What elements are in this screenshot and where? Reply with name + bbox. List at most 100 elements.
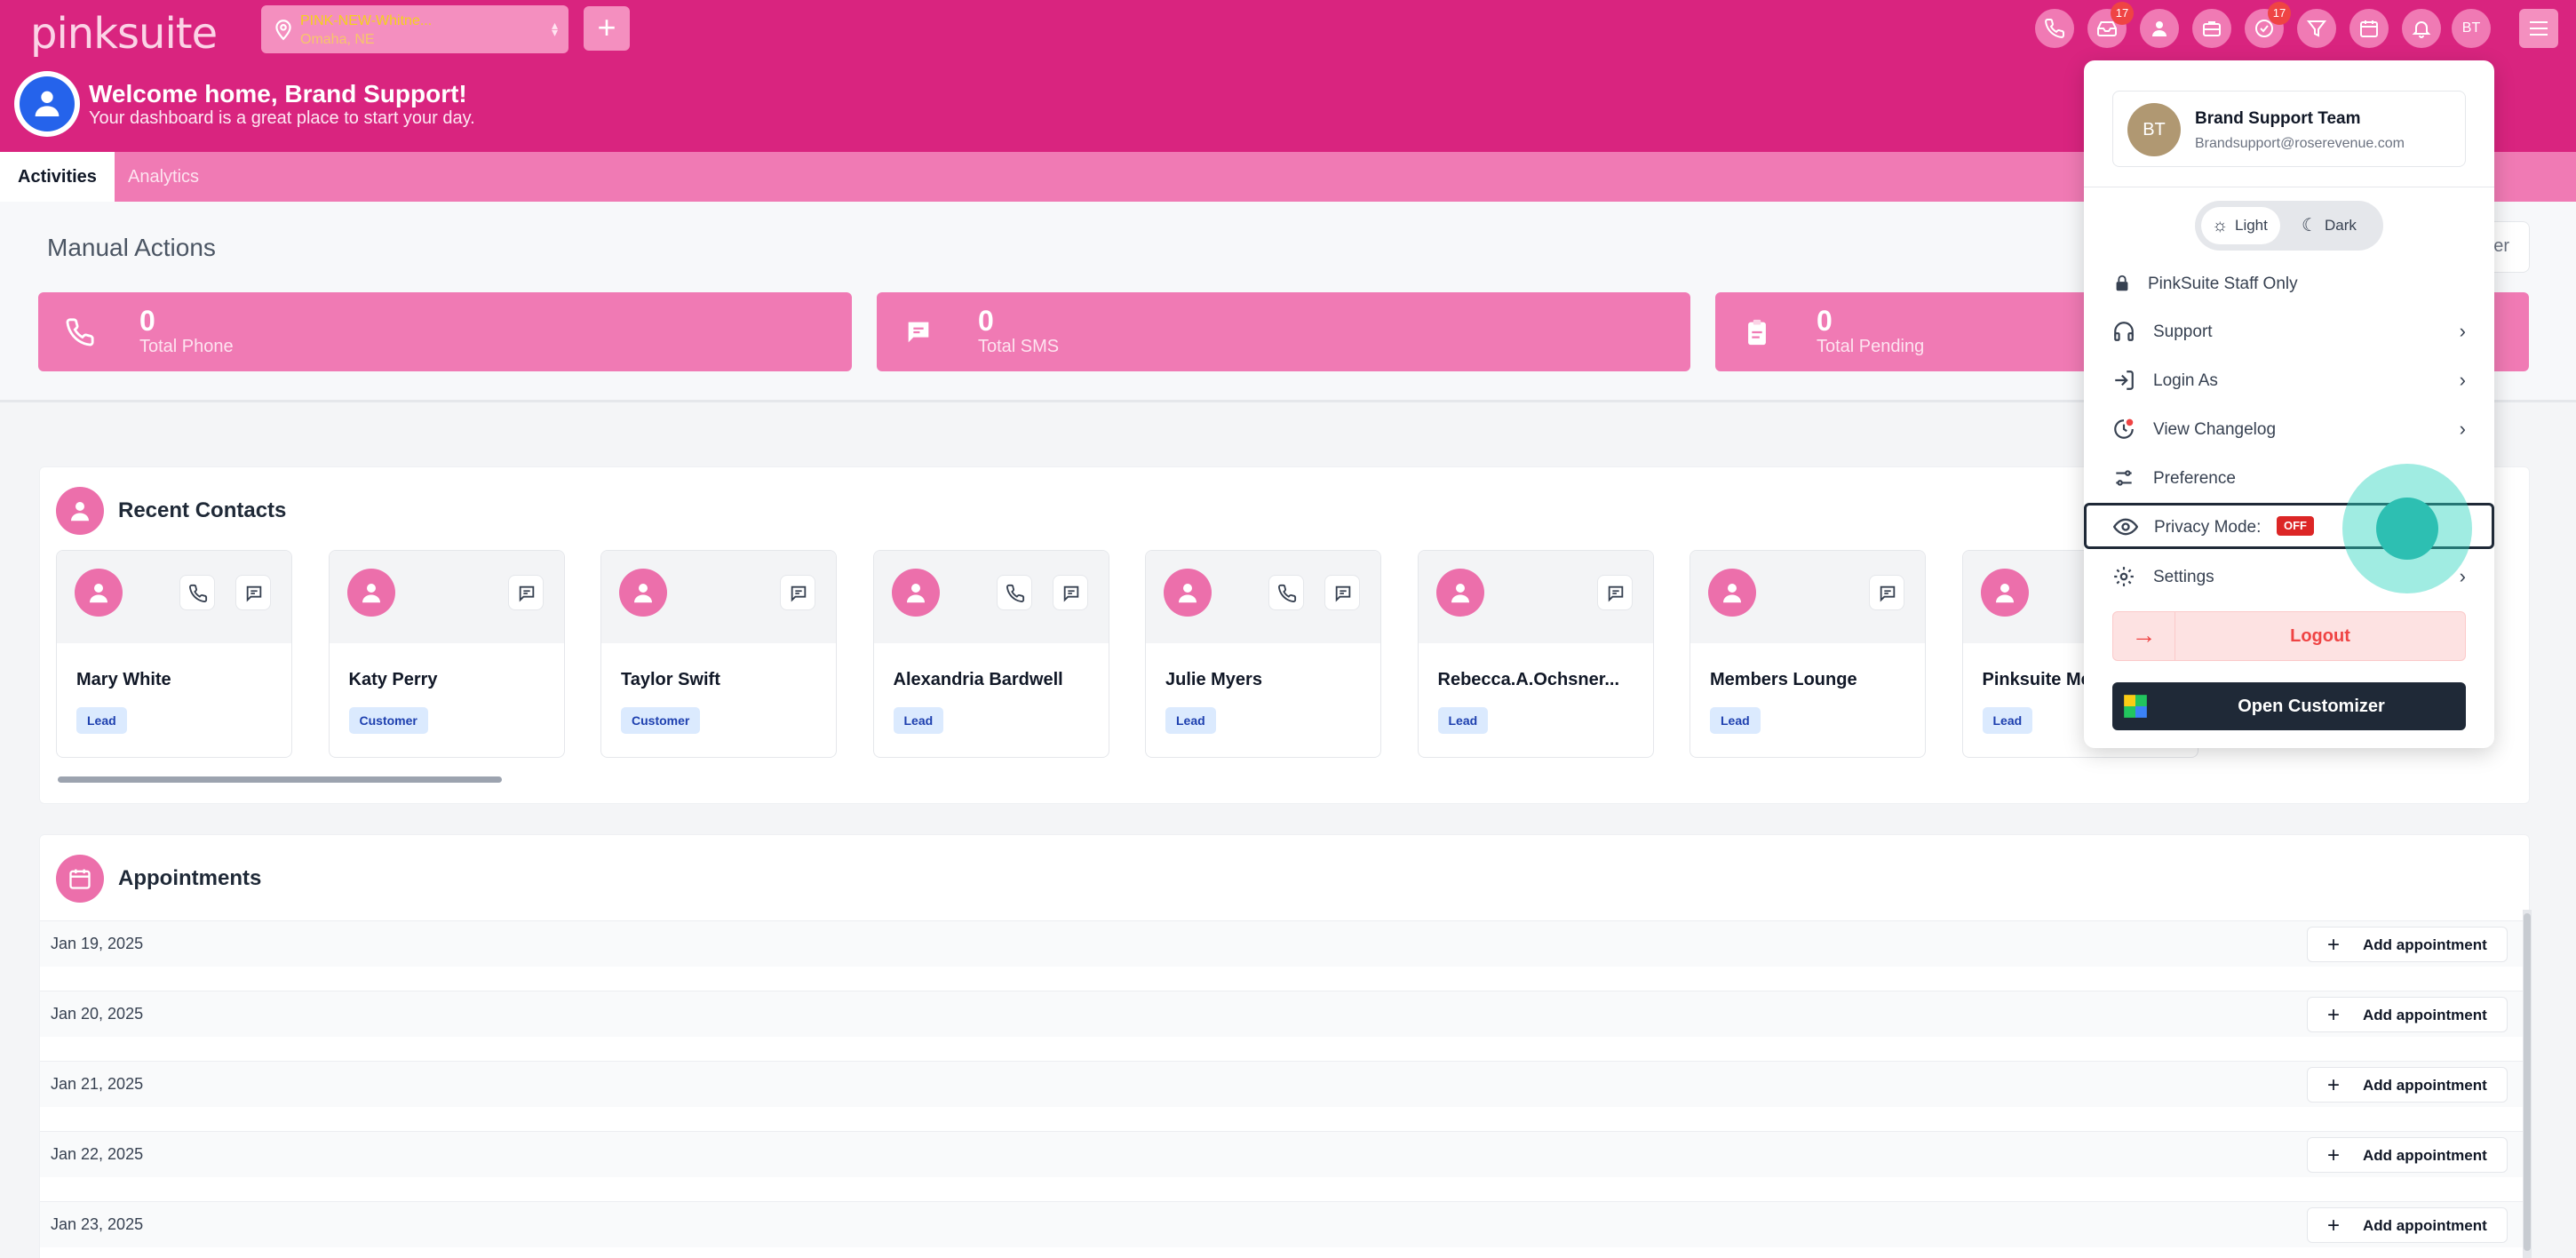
contact-card[interactable]: Taylor Swift Customer [600,550,837,758]
add-appointment-button[interactable]: + Add appointment [2307,1137,2508,1173]
contact-card[interactable]: Mary White Lead [56,550,292,758]
plus-icon: + [2327,1214,2341,1238]
contact-card[interactable]: Julie Myers Lead [1145,550,1381,758]
support-label: Support [2153,322,2213,341]
add-appointment-button[interactable]: + Add appointment [2307,1067,2508,1103]
logout-label: Logout [2290,626,2350,646]
add-appointment-button[interactable]: + Add appointment [2307,997,2508,1032]
plus-icon: + [2327,933,2341,957]
contact-card[interactable]: Members Lounge Lead [1690,550,1926,758]
filter-button-label: er [2493,236,2509,256]
staff-only-label: PinkSuite Staff Only [2112,265,2466,300]
contact-name[interactable]: Taylor Swift [621,670,720,690]
message-icon [1880,585,1896,602]
contact-name[interactable]: Mary White [76,670,171,690]
changelog-label: View Changelog [2153,420,2277,439]
sort-arrows-icon: ▴ ▾ [551,18,558,39]
sms-button[interactable] [1596,575,1633,610]
message-icon [1608,585,1623,602]
profile-email: Brandsupport@roserevenue.com [2195,136,2405,151]
contact-name[interactable]: Pinksuite Me [1983,670,2091,690]
calendar-button[interactable] [2349,9,2389,48]
privacy-off-badge[interactable]: OFF [2277,516,2314,536]
tasks-badge: 17 [2268,2,2291,25]
sms-button[interactable] [235,575,271,610]
appointment-row: Jan 19, 2025 + Add appointment [40,920,2527,967]
user-icon [35,91,60,116]
map-pin-icon [275,20,291,41]
menu-item-login-as[interactable]: Login As › [2112,362,2466,397]
call-button[interactable] [1268,575,1304,610]
contact-name[interactable]: Katy Perry [349,670,438,690]
headphones-icon [2114,322,2134,341]
notifications-button[interactable] [2402,9,2441,48]
theme-light-option[interactable]: ☼ Light [2201,207,2280,244]
contact-tag: Lead [1437,707,1489,734]
pinksuite-logo[interactable]: pinksuite [30,9,218,59]
user-icon [1723,584,1741,603]
appointment-row: Jan 22, 2025 + Add appointment [40,1131,2527,1177]
open-customizer-button[interactable]: Open Customizer [2112,682,2466,730]
theme-dark-option[interactable]: ☾ Dark [2291,207,2369,244]
contacts-button[interactable] [2140,9,2179,48]
hamburger-menu-button[interactable] [2519,9,2558,48]
contact-card[interactable]: Alexandria Bardwell Lead [872,550,1109,758]
chevron-right-icon: › [2459,320,2466,342]
location-selector[interactable]: PINK-NEW-Whitne... Omaha, NE ▴ ▾ [261,5,568,53]
sms-button[interactable] [1324,575,1360,610]
contact-name[interactable]: Julie Myers [1165,670,1262,690]
appointment-date: Jan 19, 2025 [51,935,144,952]
contact-name[interactable]: Alexandria Bardwell [894,670,1063,690]
appointment-date: Jan 23, 2025 [51,1215,144,1233]
appointment-row: Jan 20, 2025 + Add appointment [40,991,2527,1037]
tab-analytics[interactable]: Analytics [110,152,217,202]
horizontal-scrollbar[interactable] [58,776,502,783]
contact-name[interactable]: Members Lounge [1710,670,1857,690]
contact-avatar [1164,569,1212,617]
sms-button[interactable] [1869,575,1904,610]
message-icon [1335,585,1351,602]
changelog-icon [2114,418,2134,439]
stat-total-sms[interactable]: 0 Total SMS [877,292,1690,371]
user-icon [71,502,89,522]
logout-button[interactable]: → Logout [2112,611,2466,661]
location-name: PINK-NEW-Whitne... [300,13,433,28]
recent-contacts-title: Recent Contacts [118,498,287,522]
chevron-right-icon: › [2459,565,2466,587]
preference-label: Preference [2153,469,2236,488]
plus-icon: + [2327,1003,2341,1027]
sms-button[interactable] [507,575,544,610]
stat-value: 0 [139,305,155,337]
sms-button[interactable] [1052,575,1088,610]
settings-label: Settings [2153,568,2214,586]
vertical-scrollbar[interactable] [2523,910,2532,1258]
phone-button[interactable] [2035,9,2074,48]
call-button[interactable] [179,575,215,610]
add-appointment-button[interactable]: + Add appointment [2307,927,2508,962]
contact-card[interactable]: Katy Perry Customer [328,550,565,758]
menu-item-changelog[interactable]: View Changelog › [2112,410,2466,446]
stat-label: Total SMS [978,337,1060,356]
user-avatar-button[interactable]: BT [2452,9,2491,48]
opportunities-button[interactable] [2192,9,2231,48]
call-button[interactable] [996,575,1032,610]
contact-card[interactable]: Rebecca.A.Ochsner... Lead [1417,550,1654,758]
contact-name[interactable]: Rebecca.A.Ochsner... [1438,670,1620,690]
menu-line [2530,34,2548,36]
tab-activities[interactable]: Activities [0,152,115,202]
sms-button[interactable] [780,575,815,610]
menu-item-support[interactable]: Support › [2112,313,2466,348]
funnel-button[interactable] [2297,9,2336,48]
inbox-button[interactable]: 17 [2087,2,2134,48]
scrollbar-thumb[interactable] [2524,913,2531,1251]
plus-icon: + [2327,1143,2341,1167]
message-icon [1063,585,1078,602]
add-appointment-button[interactable]: + Add appointment [2307,1207,2508,1243]
tasks-button[interactable]: 17 [2245,2,2291,48]
quick-add-button[interactable]: + [584,6,630,51]
stat-total-phone[interactable]: 0 Total Phone [38,292,852,371]
add-appointment-label: Add appointment [2363,1077,2487,1094]
cursor-pointer [2376,498,2438,560]
plus-icon: + [2327,1073,2341,1097]
profile-summary[interactable]: BT Brand Support Team Brandsupport@roser… [2112,91,2466,167]
